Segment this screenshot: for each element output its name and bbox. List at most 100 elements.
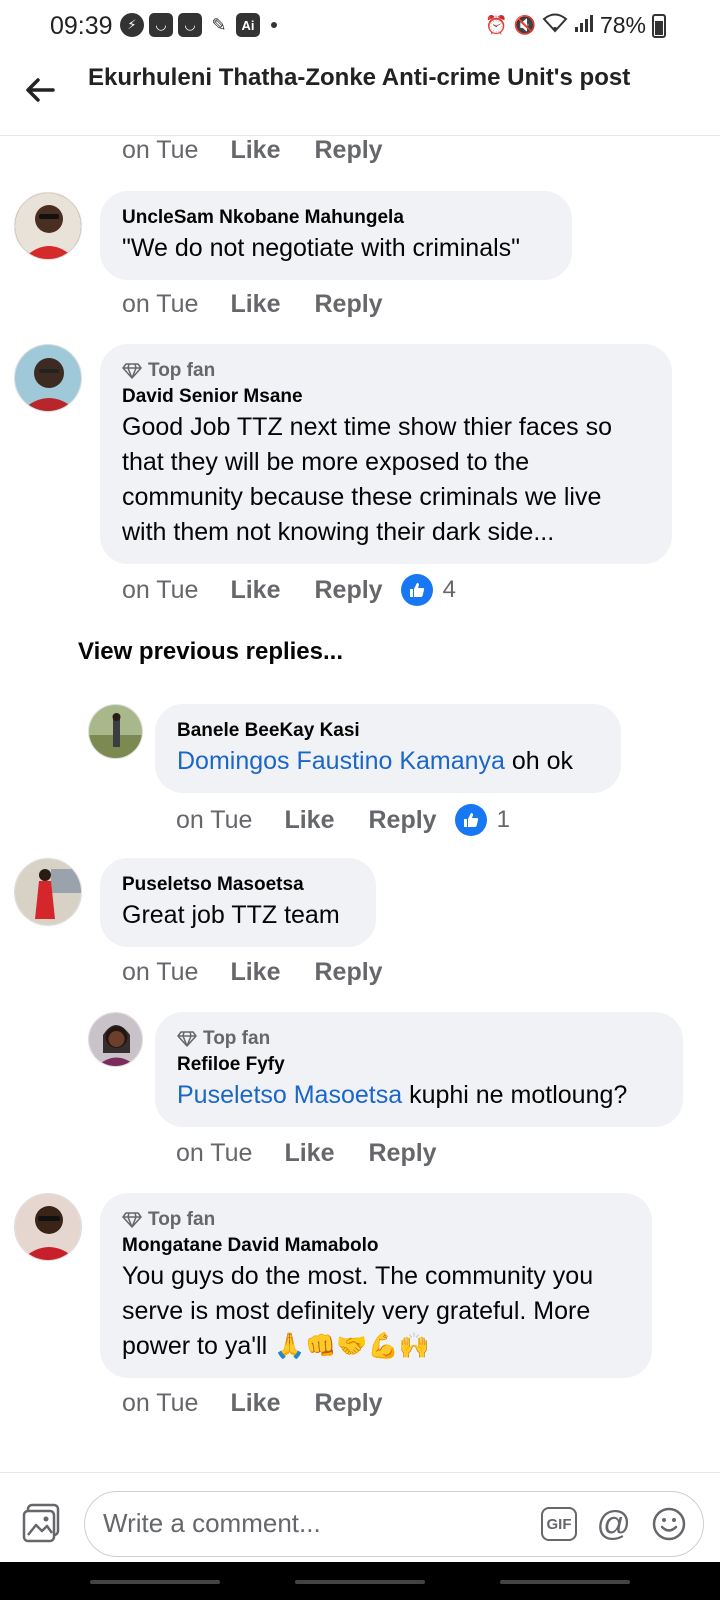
avatar[interactable] [88,704,143,759]
signal-icon [574,13,594,38]
comment-author[interactable]: David Senior Msane [122,384,650,410]
arrow-left-icon [26,78,55,102]
reaction-summary[interactable]: 4 [400,574,456,606]
reply-button[interactable]: Reply [314,576,382,605]
comment-actions: on Tue Like Reply 4 [122,574,456,606]
reply-actions: on Tue Like Reply [176,1139,471,1168]
mute-notification-icon: ✎ [211,14,227,35]
reply-button[interactable]: Reply [314,136,382,165]
like-button[interactable]: Like [230,958,280,987]
top-fan-badge: Top fan [122,1207,630,1233]
mail-icon: ◡ [149,13,173,37]
alarm-icon: ⏰ [485,15,508,35]
comment-bubble: Top fan Mongatane David Mamabolo You guy… [100,1193,652,1378]
reply-bubble: Banele BeeKay Kasi Domingos Faustino Kam… [155,704,621,793]
reply-author[interactable]: Banele BeeKay Kasi [177,718,599,744]
reply-message: oh ok [504,747,574,775]
reaction-count: 4 [442,576,456,603]
back-button[interactable] [20,70,60,110]
view-previous-replies-link[interactable]: View previous replies... [78,638,343,666]
battery-icon [652,13,666,38]
reply-button[interactable]: Reply [368,1139,436,1168]
comments-list: on Tue Like Reply UncleSam Nkobane Mahun… [0,136,720,1472]
top-fan-label: Top fan [203,1028,271,1049]
reply-time[interactable]: on Tue [176,806,252,835]
reaction-summary[interactable]: 1 [454,804,510,836]
photo-button[interactable] [22,1503,62,1543]
comment-time[interactable]: on Tue [122,1389,198,1418]
nav-recent-button[interactable] [90,1580,220,1584]
mail-icon: ◡ [178,13,202,37]
avatar[interactable] [14,1193,82,1261]
reply-text: Puseletso Masoetsa kuphi ne motloung? [177,1078,661,1113]
reply-button[interactable]: Reply [314,958,382,987]
mention-link[interactable]: Domingos Faustino Kamanya [177,747,505,775]
reaction-count: 1 [496,806,510,833]
avatar[interactable] [14,858,82,926]
mention-link[interactable]: Puseletso Masoetsa [177,1081,402,1109]
reply-author[interactable]: Refiloe Fyfy [177,1052,661,1078]
thumbs-up-icon [400,574,433,606]
avatar[interactable] [14,344,82,412]
comment-author[interactable]: Mongatane David Mamabolo [122,1233,630,1259]
photo-icon [22,1503,60,1543]
nav-home-button[interactable] [295,1580,425,1584]
comment-actions: on Tue Like Reply [122,136,417,165]
top-fan-label: Top fan [148,1209,216,1230]
comment-text: Good Job TTZ next time show thier faces … [122,413,613,546]
reply-time[interactable]: on Tue [176,1139,252,1168]
comment-placeholder: Write a comment... [103,1508,321,1538]
status-time: 09:39 [50,12,113,40]
comment-time[interactable]: on Tue [122,136,198,165]
like-button[interactable]: Like [230,290,280,319]
comment-bubble: Puseletso Masoetsa Great job TTZ team [100,858,376,947]
comment-author[interactable]: UncleSam Nkobane Mahungela [122,205,550,231]
diamond-icon [177,1031,197,1047]
thumbs-up-icon [454,804,487,836]
avatar[interactable] [88,1012,143,1067]
comment-actions: on Tue Like Reply [122,290,417,319]
more-notifications-dot [271,22,277,28]
comment-actions: on Tue Like Reply [122,958,417,987]
comment-text: "We do not negotiate with criminals" [122,234,521,262]
status-bar: 09:39 ⚡ ◡ ◡ ✎ Ai ⏰ 🔇 78% [0,0,720,52]
comment-time[interactable]: on Tue [122,958,198,987]
reply-button[interactable]: Reply [314,290,382,319]
comment-text: Great job TTZ team [122,901,340,929]
post-header: Ekurhuleni Thatha-Zonke Anti-crime Unit'… [0,52,720,136]
comment-author[interactable]: Puseletso Masoetsa [122,872,354,898]
diamond-icon [122,363,142,379]
comment-input[interactable]: Write a comment... GIF @ [84,1491,704,1557]
top-fan-badge: Top fan [177,1026,661,1052]
top-fan-badge: Top fan [122,358,650,384]
battery-percent: 78% [599,12,646,38]
vibrate-mute-icon: 🔇 [513,15,536,35]
wifi-icon [542,13,568,38]
gif-button[interactable]: GIF [541,1507,577,1541]
reply-message: kuphi ne motloung? [402,1081,628,1109]
emoji-button[interactable] [651,1506,687,1542]
reply-bubble: Top fan Refiloe Fyfy Puseletso Masoetsa … [155,1012,683,1127]
comment-composer: Write a comment... GIF @ [0,1472,720,1562]
like-button[interactable]: Like [284,806,334,835]
like-button[interactable]: Like [230,1389,280,1418]
like-button[interactable]: Like [284,1139,334,1168]
comment-time[interactable]: on Tue [122,576,198,605]
system-navigation-bar [0,1562,720,1600]
reply-button[interactable]: Reply [314,1389,382,1418]
like-button[interactable]: Like [230,136,280,165]
comment-actions: on Tue Like Reply [122,1389,417,1418]
emoji-icon [652,1507,686,1541]
comment-text: You guys do the most. The community you … [122,1262,594,1360]
comment-bubble: Top fan David Senior Msane Good Job TTZ … [100,344,672,564]
nav-back-button[interactable] [500,1580,630,1584]
comment-bubble: UncleSam Nkobane Mahungela "We do not ne… [100,191,572,280]
avatar[interactable] [14,192,82,260]
system-icons: ⏰ 🔇 78% [485,12,666,39]
like-button[interactable]: Like [230,576,280,605]
mention-button[interactable]: @ [596,1504,631,1544]
top-fan-label: Top fan [148,360,216,381]
reply-button[interactable]: Reply [368,806,436,835]
diamond-icon [122,1212,142,1228]
comment-time[interactable]: on Tue [122,290,198,319]
